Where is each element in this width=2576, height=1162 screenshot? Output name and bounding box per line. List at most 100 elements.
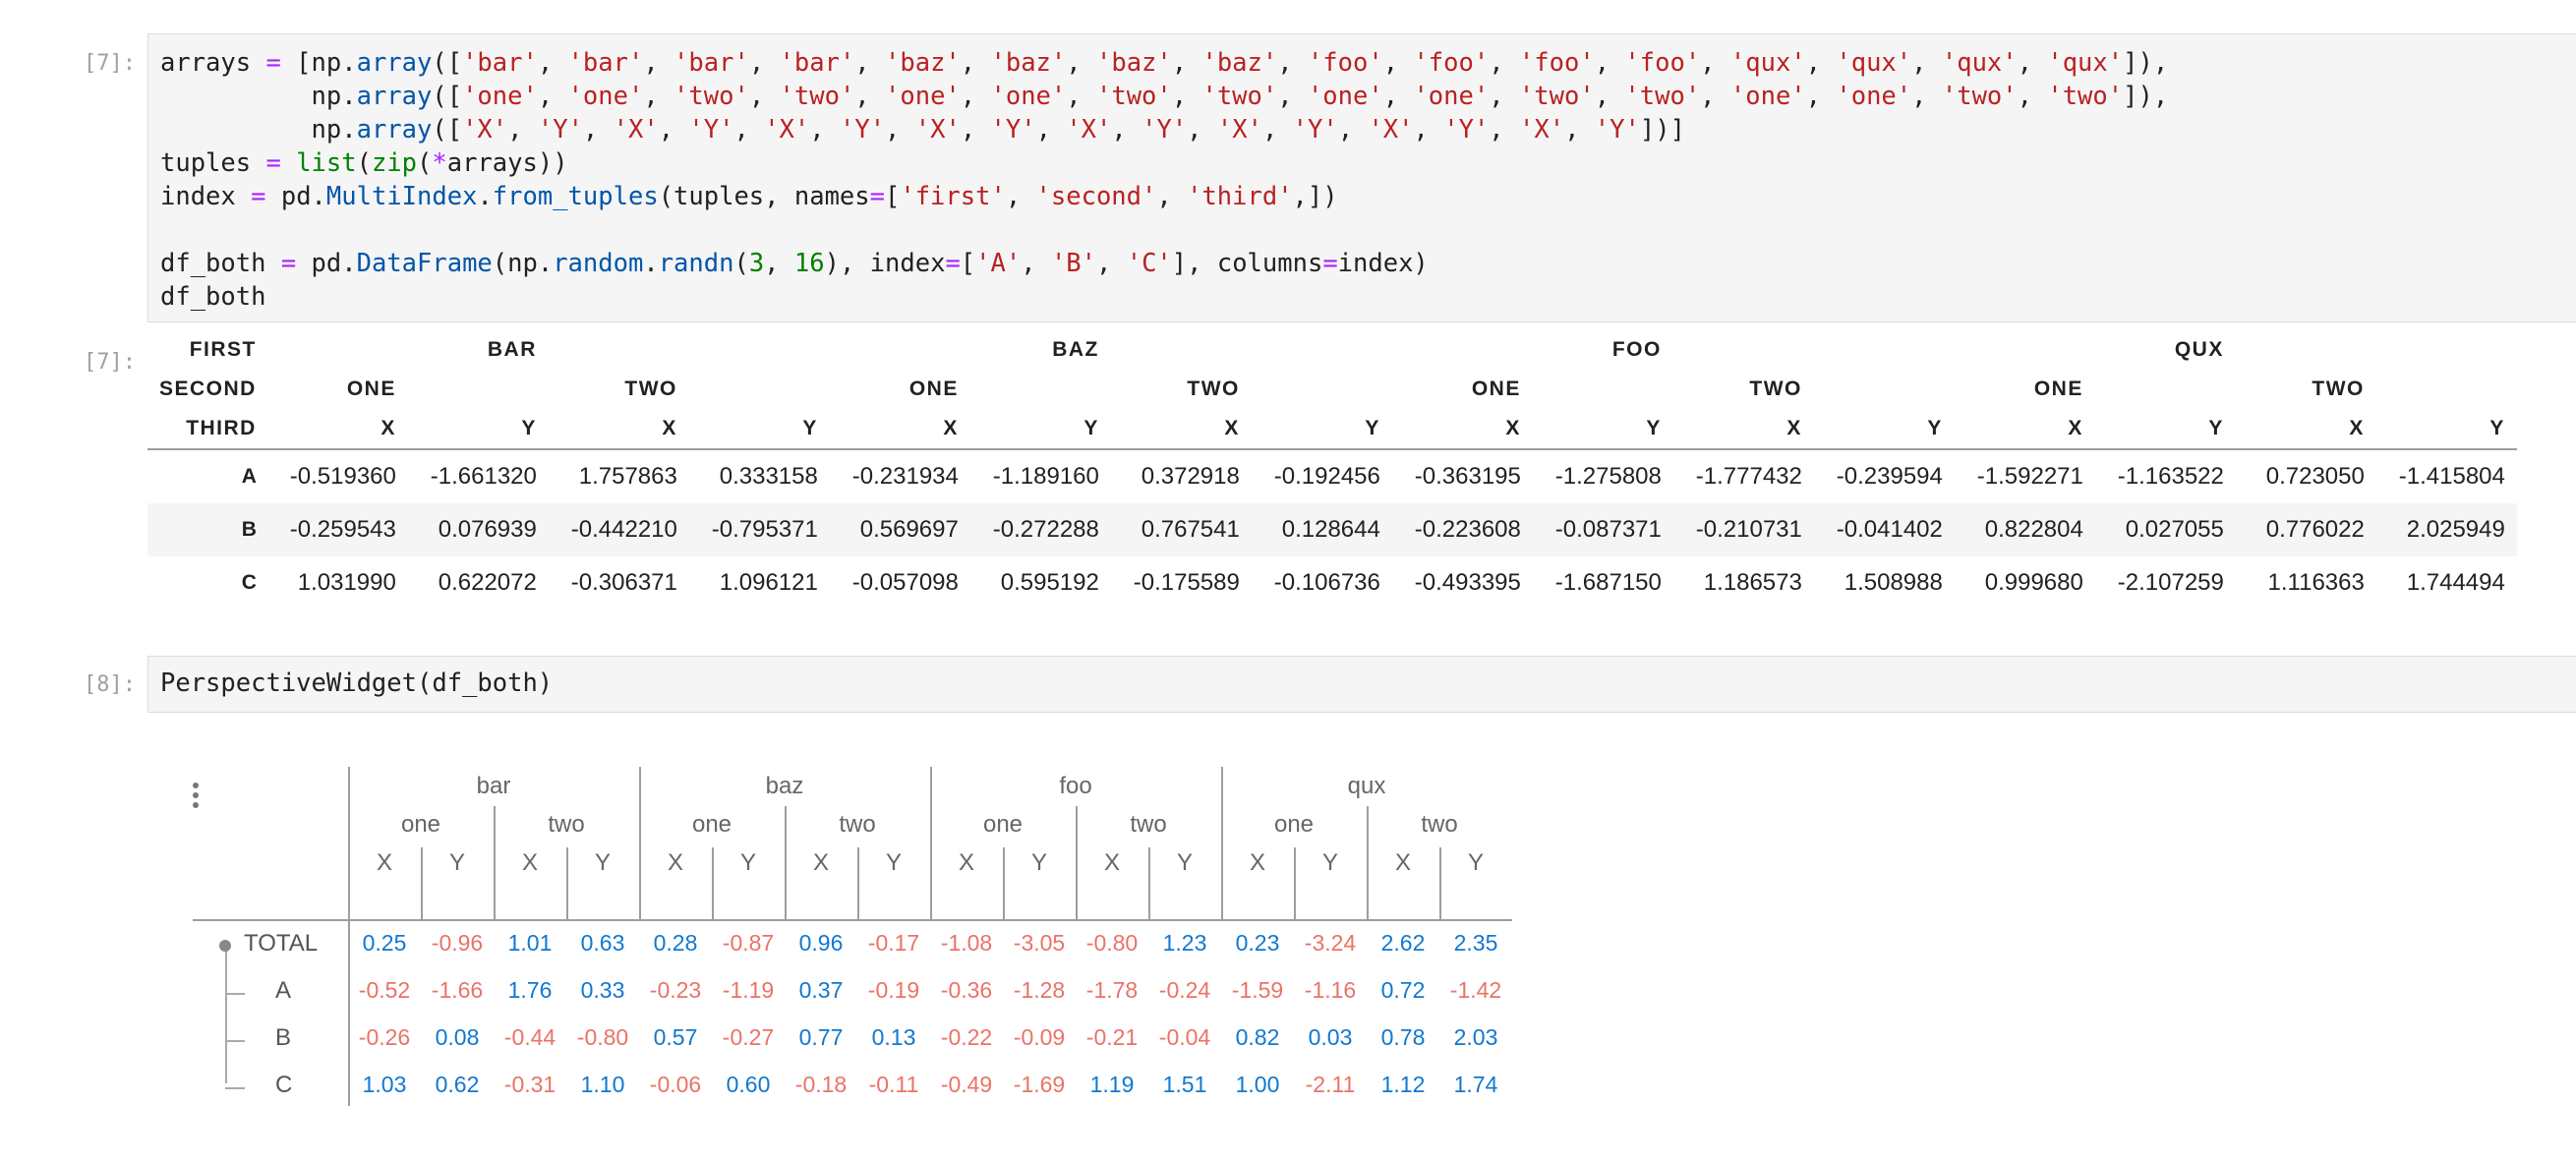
grid-cell[interactable]: -0.21	[1076, 1024, 1148, 1051]
table-cell: 1.116363	[2267, 569, 2365, 596]
grid-cell[interactable]: -0.27	[712, 1024, 785, 1051]
grid-cell[interactable]: 1.51	[1148, 1072, 1221, 1098]
code-cell-7[interactable]: arrays = [np.array(['bar', 'bar', 'bar',…	[147, 33, 2576, 322]
code-token: ,	[1805, 48, 1837, 78]
column-subgroup-header: two	[1421, 811, 1458, 838]
code-token: df_both	[160, 282, 266, 312]
grid-cell[interactable]: -1.59	[1221, 977, 1294, 1004]
column-leaf-header: Y	[739, 849, 756, 876]
code-token: (	[733, 249, 749, 278]
grid-cell[interactable]: -1.16	[1294, 977, 1367, 1004]
grid-cell[interactable]: 1.12	[1367, 1072, 1439, 1098]
column-leaf-header: X	[958, 849, 974, 876]
grid-cell[interactable]: 0.77	[785, 1024, 857, 1051]
code-token: .	[643, 249, 659, 278]
row-label-total[interactable]: TOTAL	[244, 930, 318, 958]
grid-cell[interactable]: -0.06	[639, 1072, 712, 1098]
code-cell-8[interactable]: PerspectiveWidget(df_both)	[147, 656, 2576, 713]
grid-cell[interactable]: -1.19	[712, 977, 785, 1004]
grid-cell[interactable]: -0.04	[1148, 1024, 1221, 1051]
table-cell: -0.210731	[1695, 516, 1802, 543]
grid-cell[interactable]: 0.62	[421, 1072, 494, 1098]
grid-cell[interactable]: 0.08	[421, 1024, 494, 1051]
grid-cell[interactable]: 0.78	[1367, 1024, 1439, 1051]
grid-cell[interactable]: -0.36	[930, 977, 1003, 1004]
grid-cell[interactable]: -0.87	[712, 930, 785, 957]
grid-cell[interactable]: -1.08	[930, 930, 1003, 957]
grid-cell[interactable]: -0.18	[785, 1072, 857, 1098]
code-token: ,	[1171, 48, 1202, 78]
grid-cell[interactable]: -0.26	[348, 1024, 421, 1051]
grid-cell[interactable]: 0.23	[1221, 930, 1294, 957]
grid-cell[interactable]: -3.24	[1294, 930, 1367, 957]
grid-cell[interactable]: 0.28	[639, 930, 712, 957]
grid-cell[interactable]: -0.19	[857, 977, 930, 1004]
grid-cell[interactable]: -0.80	[1076, 930, 1148, 957]
grid-cell[interactable]: 2.35	[1439, 930, 1512, 957]
column-header: Y	[2094, 409, 2236, 450]
grid-cell[interactable]: -1.42	[1439, 977, 1512, 1004]
grid-cell[interactable]: 1.03	[348, 1072, 421, 1098]
grid-cell[interactable]: -0.11	[857, 1072, 930, 1098]
grid-cell[interactable]: 1.00	[1221, 1072, 1294, 1098]
code-editor[interactable]: PerspectiveWidget(df_both)	[160, 667, 2576, 700]
column-header: Y	[2375, 409, 2517, 450]
grid-cell[interactable]: 0.57	[639, 1024, 712, 1051]
tree-line	[225, 993, 245, 995]
grid-cell[interactable]: -0.31	[494, 1072, 566, 1098]
grid-cell[interactable]: 1.01	[494, 930, 566, 957]
code-line: arrays = [np.array(['bar', 'bar', 'bar',…	[160, 46, 2576, 80]
row-label[interactable]: A	[275, 977, 291, 1005]
code-token: =	[869, 182, 885, 211]
code-line: PerspectiveWidget(df_both)	[160, 667, 2576, 700]
grid-cell[interactable]: -0.49	[930, 1072, 1003, 1098]
grid-cell[interactable]: 1.19	[1076, 1072, 1148, 1098]
code-token: 'one'	[1307, 82, 1383, 111]
grid-cell[interactable]: -2.11	[1294, 1072, 1367, 1098]
row-label[interactable]: C	[275, 1072, 292, 1099]
grid-cell[interactable]: -0.24	[1148, 977, 1221, 1004]
grid-cell[interactable]: -0.17	[857, 930, 930, 957]
grid-cell[interactable]: -1.66	[421, 977, 494, 1004]
grid-cell[interactable]: -0.44	[494, 1024, 566, 1051]
grid-cell[interactable]: 2.03	[1439, 1024, 1512, 1051]
grid-cell[interactable]: 0.13	[857, 1024, 930, 1051]
grid-cell[interactable]: -1.78	[1076, 977, 1148, 1004]
code-token: ,	[2017, 48, 2048, 78]
code-token: MultiIndex	[325, 182, 478, 211]
grid-cell[interactable]: 0.60	[712, 1072, 785, 1098]
grid-cell[interactable]: 0.72	[1367, 977, 1439, 1004]
grid-cell[interactable]: -0.52	[348, 977, 421, 1004]
code-token: =	[251, 182, 266, 211]
grid-cell[interactable]: 0.37	[785, 977, 857, 1004]
grid-cell[interactable]: -0.23	[639, 977, 712, 1004]
grid-cell[interactable]: -1.69	[1003, 1072, 1076, 1098]
grid-cell[interactable]: 1.10	[566, 1072, 639, 1098]
grid-cell[interactable]: 1.23	[1148, 930, 1221, 957]
grid-cell[interactable]: 1.76	[494, 977, 566, 1004]
grid-cell[interactable]: -1.28	[1003, 977, 1076, 1004]
grid-cell[interactable]: 0.63	[566, 930, 639, 957]
table-cell: -0.259543	[289, 516, 396, 543]
grid-cell[interactable]: 0.82	[1221, 1024, 1294, 1051]
table-cell: -0.175589	[1133, 569, 1240, 596]
grid-cell[interactable]: 1.74	[1439, 1072, 1512, 1098]
grid-cell[interactable]: 0.25	[348, 930, 421, 957]
more-vertical-icon[interactable]	[193, 779, 199, 812]
code-token: pd.	[265, 182, 326, 211]
code-editor[interactable]: arrays = [np.array(['bar', 'bar', 'bar',…	[160, 46, 2576, 314]
grid-cell[interactable]: -0.09	[1003, 1024, 1076, 1051]
grid-cell[interactable]: 0.03	[1294, 1024, 1367, 1051]
grid-cell[interactable]: -0.96	[421, 930, 494, 957]
code-token: array	[356, 82, 433, 111]
column-header: ONE	[908, 378, 959, 400]
grid-cell[interactable]: -0.22	[930, 1024, 1003, 1051]
row-label[interactable]: B	[275, 1024, 291, 1052]
code-token: 'one'	[1729, 82, 1806, 111]
grid-cell[interactable]: 2.62	[1367, 930, 1439, 957]
grid-cell[interactable]: -3.05	[1003, 930, 1076, 957]
grid-cell[interactable]: 0.33	[566, 977, 639, 1004]
grid-cell[interactable]: 0.96	[785, 930, 857, 957]
grid-cell[interactable]: -0.80	[566, 1024, 639, 1051]
code-token: ,	[1413, 115, 1444, 145]
